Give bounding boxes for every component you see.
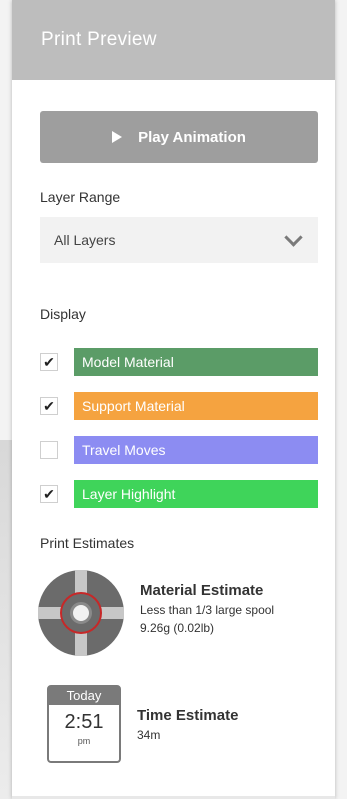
checkmark-icon: ✔ (43, 353, 55, 370)
material-estimate-line2: 9.26g (0.02lb) (140, 621, 215, 635)
calendar-icon: Today 2:51 pm (47, 685, 121, 763)
panel-header: Print Preview (12, 0, 335, 80)
layer-highlight-label: Layer Highlight (82, 486, 176, 502)
support-material-checkbox[interactable]: ✔ (40, 397, 58, 415)
time-estimate: Today 2:51 pm Time Estimate 34m (38, 683, 238, 763)
panel-title: Print Preview (41, 29, 157, 50)
play-icon (112, 131, 123, 143)
travel-moves-swatch[interactable]: Travel Moves (74, 436, 318, 464)
display-row-travel-moves[interactable]: Travel Moves (40, 436, 318, 464)
time-estimate-info: Time Estimate 34m (137, 683, 238, 742)
checkmark-icon: ✔ (43, 397, 55, 414)
display-row-model-material[interactable]: ✔ Model Material (40, 348, 318, 376)
time-estimate-title: Time Estimate (137, 707, 239, 724)
material-estimate-info: Material Estimate Less than 1/3 large sp… (140, 570, 274, 635)
checkmark-icon: ✔ (43, 485, 55, 502)
material-estimate-title: Material Estimate (140, 582, 264, 599)
support-material-swatch[interactable]: Support Material (74, 392, 318, 420)
layer-range-select[interactable]: All Layers (40, 217, 318, 263)
model-material-swatch[interactable]: Model Material (74, 348, 318, 376)
print-estimates-label: Print Estimates (40, 535, 135, 551)
chevron-down-icon (284, 227, 303, 247)
display-row-layer-highlight[interactable]: ✔ Layer Highlight (40, 480, 318, 508)
play-animation-button[interactable]: Play Animation (40, 111, 318, 163)
calendar-time: 2:51 (64, 711, 104, 733)
spool-icon (38, 570, 124, 656)
material-estimate: Material Estimate Less than 1/3 large sp… (38, 570, 274, 656)
model-material-label: Model Material (82, 354, 174, 370)
layer-range-label: Layer Range (40, 189, 121, 205)
calendar-ampm: pm (77, 736, 91, 746)
display-label: Display (40, 306, 86, 322)
travel-moves-checkbox[interactable] (40, 441, 58, 459)
calendar-day: Today (49, 687, 119, 705)
support-material-label: Support Material (82, 398, 185, 414)
print-preview-panel: Print Preview Play Animation Layer Range… (12, 0, 335, 799)
layer-range-value: All Layers (54, 232, 116, 248)
travel-moves-label: Travel Moves (82, 442, 166, 458)
display-row-support-material[interactable]: ✔ Support Material (40, 392, 318, 420)
layer-highlight-checkbox[interactable]: ✔ (40, 485, 58, 503)
model-material-checkbox[interactable]: ✔ (40, 353, 58, 371)
layer-highlight-swatch[interactable]: Layer Highlight (74, 480, 318, 508)
time-estimate-value: 34m (137, 728, 161, 742)
play-animation-label: Play Animation (138, 128, 246, 146)
material-estimate-line1: Less than 1/3 large spool (140, 603, 275, 617)
